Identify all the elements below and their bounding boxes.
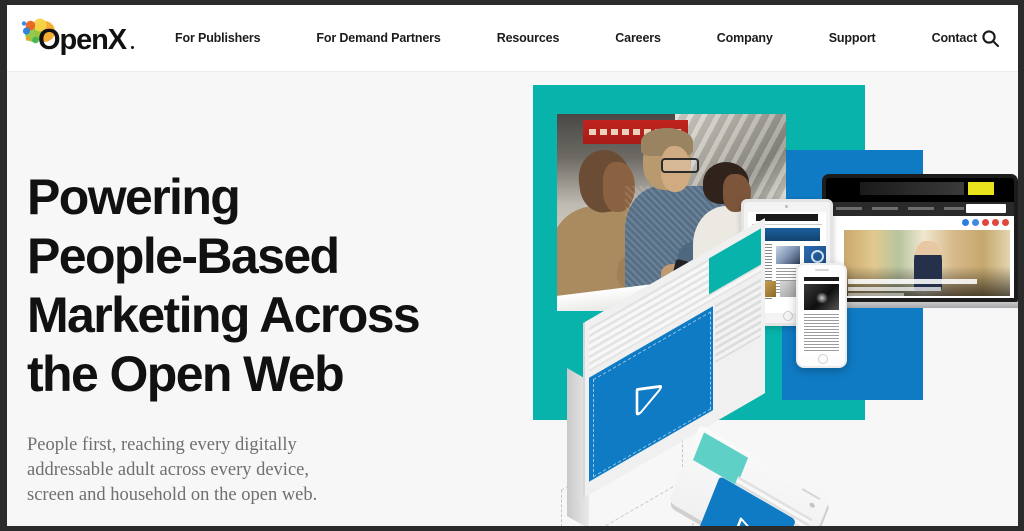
- person-two-glasses: [661, 158, 699, 173]
- isometric-phone-illustration: [668, 424, 910, 526]
- laptop-article-body: [826, 216, 1014, 298]
- phone-earpiece: [814, 269, 829, 271]
- tablet-home-button: [783, 311, 793, 321]
- site-header: OpenX For Publishers For Demand Partners…: [7, 5, 1018, 72]
- hero-section: Powering People-Based Marketing Across t…: [7, 72, 1018, 526]
- laptop-article-photo: [844, 230, 1010, 296]
- phone-video-play-icon: [734, 517, 757, 526]
- nav-item-company[interactable]: Company: [717, 31, 773, 45]
- phone-home-button: [817, 354, 828, 364]
- laptop-headline-line-2: [848, 287, 941, 291]
- hero-headline: Powering People-Based Marketing Across t…: [27, 168, 421, 402]
- nav-item-support[interactable]: Support: [829, 31, 876, 45]
- laptop-social-icons: [962, 219, 1009, 226]
- laptop-site-header: [826, 178, 1014, 202]
- laptop-byline: [848, 293, 905, 296]
- iso-phone-camera: [808, 501, 816, 509]
- phone-article-photo: [804, 284, 839, 310]
- tablet-camera: [785, 205, 788, 208]
- nav-item-contact[interactable]: Contact: [932, 31, 978, 45]
- browser-frame: OpenX For Publishers For Demand Partners…: [0, 0, 1024, 531]
- laptop-screen: [822, 174, 1018, 302]
- logo-period: [131, 46, 134, 49]
- hero-subheadline: People first, reaching every digitally a…: [27, 434, 318, 505]
- logo-wordmark: OpenX: [38, 24, 127, 56]
- laptop-headline-line-1: [848, 279, 978, 284]
- tablet-masthead: [756, 214, 818, 221]
- openx-logo[interactable]: OpenX: [20, 18, 140, 60]
- nav-item-careers[interactable]: Careers: [615, 31, 661, 45]
- laptop-ad-banner: [860, 182, 994, 195]
- phone-site-header: [804, 277, 839, 281]
- hero-artwork: [512, 72, 1018, 526]
- search-icon: [981, 29, 999, 47]
- search-button[interactable]: [977, 25, 1003, 51]
- tablet-photo-2: [804, 246, 826, 264]
- nav-item-for-demand-partners[interactable]: For Demand Partners: [316, 31, 440, 45]
- tablet-photo-1: [776, 246, 800, 264]
- iso-phone-speaker: [801, 488, 821, 501]
- nav-item-resources[interactable]: Resources: [497, 31, 560, 45]
- laptop-search-field: [966, 204, 1006, 213]
- nav-item-for-publishers[interactable]: For Publishers: [175, 31, 261, 45]
- page-root: OpenX For Publishers For Demand Partners…: [7, 5, 1018, 526]
- main-navigation: For Publishers For Demand Partners Resou…: [175, 5, 977, 71]
- laptop-device: [817, 174, 1018, 319]
